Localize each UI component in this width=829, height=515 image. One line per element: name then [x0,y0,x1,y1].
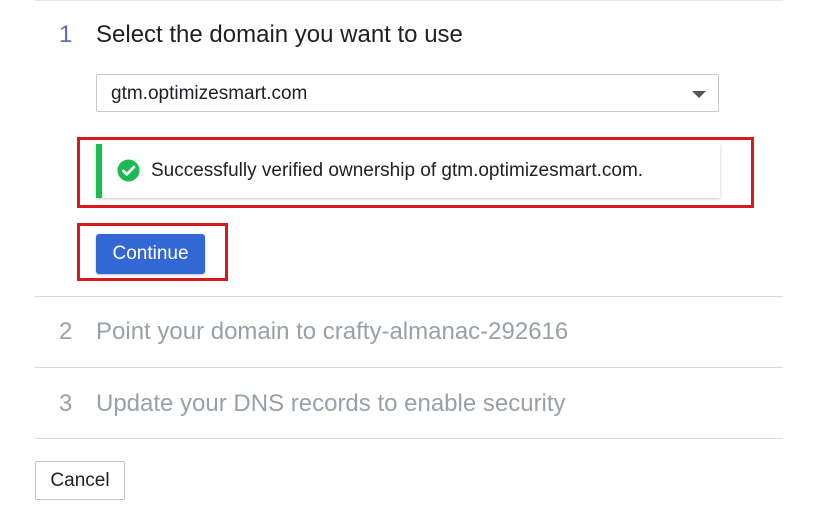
cancel-button[interactable]: Cancel [35,461,125,500]
step-2-title: Point your domain to crafty-almanac-2926… [96,318,569,345]
check-circle-icon [117,159,140,182]
step-1-number: 1 [59,21,73,48]
domain-select-value: gtm.optimizesmart.com [111,83,308,104]
step-3-number: 3 [59,390,73,417]
caret-down-icon [692,91,706,98]
step-2-number: 2 [59,318,73,345]
step-3-title: Update your DNS records to enable securi… [96,390,566,417]
step-divider [35,438,783,439]
continue-button[interactable]: Continue [96,234,205,274]
step-1-title: Select the domain you want to use [96,21,463,48]
success-notice: Successfully verified ownership of gtm.o… [96,144,720,198]
top-divider [35,0,783,1]
success-message: Successfully verified ownership of gtm.o… [151,160,644,181]
step-divider [35,296,783,297]
domain-select[interactable]: gtm.optimizesmart.com [96,74,719,112]
step-divider [35,367,783,368]
